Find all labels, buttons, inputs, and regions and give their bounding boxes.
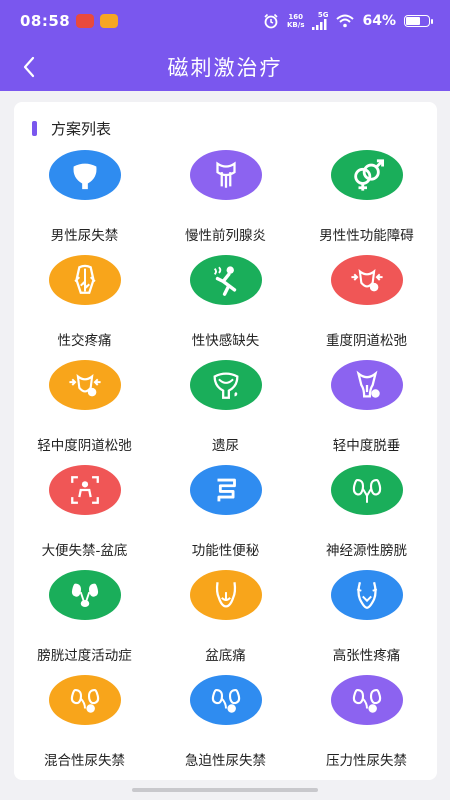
section-header: 方案列表: [32, 118, 111, 138]
plan-item[interactable]: 轻中度阴道松弛: [14, 360, 155, 465]
kidney-pill-icon: [190, 675, 262, 725]
plan-item[interactable]: 男性性功能障碍: [296, 150, 437, 255]
nav-bar: 磁刺激治疗: [0, 42, 450, 91]
plan-item[interactable]: 压力性尿失禁: [296, 675, 437, 780]
plan-item[interactable]: 重度阴道松弛: [296, 255, 437, 360]
kidney-pill-icon: [49, 675, 121, 725]
status-bar: 08:58 160 KB/s 5G 64%: [0, 0, 450, 42]
plan-item-label: 膀胱过度活动症: [37, 648, 132, 664]
plan-item[interactable]: 性快感缺失: [155, 255, 296, 360]
plan-item-label: 性交疼痛: [57, 333, 112, 349]
intestine-icon: [190, 465, 262, 515]
battery-percent: 64%: [362, 13, 396, 29]
status-time: 08:58: [20, 12, 71, 30]
plan-item-label: 混合性尿失禁: [44, 753, 125, 769]
squat-figure-icon: [190, 255, 262, 305]
scan-body-icon: [49, 465, 121, 515]
plan-item-label: 男性性功能障碍: [319, 228, 414, 244]
bladder-icon: [49, 150, 121, 200]
plan-item[interactable]: 高张性疼痛: [296, 570, 437, 675]
plan-item-label: 轻中度脱垂: [332, 438, 401, 454]
battery-icon: [404, 15, 433, 27]
plan-item[interactable]: 性交疼痛: [14, 255, 155, 360]
chevron-left-icon: [23, 56, 35, 78]
plan-item[interactable]: 混合性尿失禁: [14, 675, 155, 780]
plan-item[interactable]: 慢性前列腺炎: [155, 150, 296, 255]
plan-item-label: 功能性便秘: [191, 543, 260, 559]
gender-symbols-icon: [331, 150, 403, 200]
plan-item[interactable]: 神经源性膀胱: [296, 465, 437, 570]
alarm-icon: [264, 13, 278, 29]
plan-item-label: 高张性疼痛: [332, 648, 401, 664]
abdomen-icon: [331, 570, 403, 620]
plan-item-label: 急迫性尿失禁: [185, 753, 266, 769]
plan-item[interactable]: 盆底痛: [155, 570, 296, 675]
plan-item[interactable]: 急迫性尿失禁: [155, 675, 296, 780]
plan-item-label: 盆底痛: [205, 648, 246, 664]
plan-item-label: 男性尿失禁: [50, 228, 119, 244]
plan-item[interactable]: 男性尿失禁: [14, 150, 155, 255]
home-indicator[interactable]: [132, 788, 318, 792]
plan-item-label: 重度阴道松弛: [326, 333, 407, 349]
pelvis-arrows-icon: [49, 360, 121, 410]
section-accent-bar: [32, 120, 37, 136]
signal-bars-icon: [312, 19, 327, 30]
notification-app-icon: [76, 14, 95, 28]
wifi-icon: [336, 14, 355, 28]
hips-icon: [190, 570, 262, 620]
plan-item-label: 性快感缺失: [191, 333, 260, 349]
plan-item[interactable]: 轻中度脱垂: [296, 360, 437, 465]
net-speed: 160 KB/s: [287, 13, 305, 29]
plan-item[interactable]: 大便失禁-盆底: [14, 465, 155, 570]
back-button[interactable]: [14, 52, 44, 82]
notification-app-icon-2: [100, 14, 119, 28]
plan-item-label: 压力性尿失禁: [326, 753, 407, 769]
app-header: 08:58 160 KB/s 5G 64% 磁刺激治疗: [0, 0, 450, 91]
pelvis-arrows-icon: [331, 255, 403, 305]
plan-item[interactable]: 膀胱过度活动症: [14, 570, 155, 675]
plan-item-label: 神经源性膀胱: [326, 543, 407, 559]
plan-item[interactable]: 功能性便秘: [155, 465, 296, 570]
page-title: 磁刺激治疗: [167, 55, 283, 80]
bladder-drop-icon: [190, 360, 262, 410]
kidneys-bladder-icon: [49, 570, 121, 620]
prostate-icon: [190, 150, 262, 200]
cell-signal: 5G: [312, 12, 328, 30]
plan-list-card: 方案列表 男性尿失禁 慢性前列腺炎 男性性功能障碍 性交疼痛 性快感缺失 重度阴道松弛 轻中…: [14, 102, 437, 780]
kidneys-icon: [331, 465, 403, 515]
plan-item-label: 遗尿: [212, 438, 239, 454]
plan-item-label: 大便失禁-盆底: [41, 543, 128, 559]
plan-item[interactable]: 遗尿: [155, 360, 296, 465]
back-pain-icon: [49, 255, 121, 305]
plan-item-label: 慢性前列腺炎: [185, 228, 266, 244]
kidney-pill-icon: [331, 675, 403, 725]
uterus-icon: [331, 360, 403, 410]
plan-item-label: 轻中度阴道松弛: [37, 438, 132, 454]
section-title: 方案列表: [51, 119, 112, 138]
